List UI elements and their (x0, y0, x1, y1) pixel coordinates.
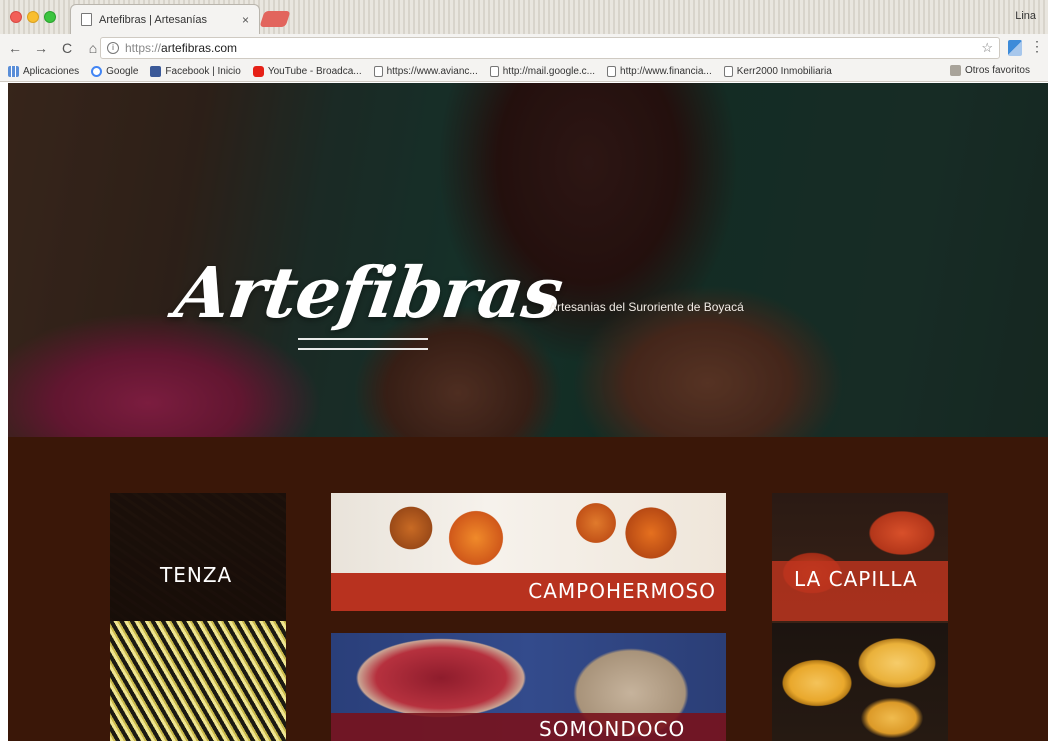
apps-icon (8, 66, 19, 77)
product-label-tenza: TENZA (160, 563, 233, 587)
address-bar[interactable]: i https:// artefibras.com ☆ (100, 37, 1000, 59)
tenza-image-top (110, 493, 286, 621)
products-section: TENZA CAMPOHERMOSO SOMONDOCO LA CAPILLA (8, 437, 1048, 741)
extension-icon[interactable] (1008, 40, 1022, 56)
browser-title-bar: Artefibras | Artesanías × Lina (0, 0, 1048, 34)
bookmark-apps[interactable]: Aplicaciones (8, 66, 79, 77)
page-icon (81, 13, 92, 26)
hero-banner: Artefibras Artesanias del Suroriente de … (8, 83, 1048, 437)
facebook-icon (150, 66, 162, 77)
info-icon[interactable]: i (107, 42, 119, 54)
bookmark-youtube[interactable]: YouTube - Broadca... (252, 66, 362, 77)
window-maximize-button[interactable] (44, 11, 56, 23)
url-host: artefibras.com (161, 41, 238, 55)
product-card-somondoco[interactable]: SOMONDOCO (331, 633, 726, 741)
bookmark-star-icon[interactable]: ☆ (981, 40, 993, 56)
bookmarks-bar: Aplicaciones Google Facebook | Inicio Yo… (0, 62, 1048, 82)
la-capilla-bowls-image (772, 623, 948, 741)
logo-flourish (298, 338, 428, 350)
product-label-somondoco: SOMONDOCO (539, 717, 686, 741)
url-scheme: https:// (125, 41, 162, 55)
reload-button[interactable]: C (56, 40, 78, 56)
browser-menu-icon[interactable]: ⋮ (1030, 38, 1044, 55)
other-bookmarks-button[interactable]: Otros favoritos (949, 65, 1030, 76)
website-viewport: Artefibras Artesanias del Suroriente de … (8, 83, 1048, 741)
browser-tab[interactable]: Artefibras | Artesanías × (70, 4, 260, 34)
tab-title: Artefibras | Artesanías (99, 13, 208, 26)
product-card-campohermoso[interactable]: CAMPOHERMOSO (331, 493, 726, 611)
page-icon (607, 66, 617, 77)
tenza-basket-image (110, 621, 286, 741)
forward-button[interactable]: → (30, 40, 52, 56)
product-card-la-capilla[interactable]: LA CAPILLA (772, 493, 948, 741)
product-card-tenza[interactable]: TENZA (110, 493, 286, 741)
google-icon (91, 66, 103, 77)
page-icon (489, 66, 499, 77)
site-tagline: Artesanias del Suroriente de Boyacá (549, 300, 744, 314)
window-minimize-button[interactable] (27, 11, 39, 23)
back-button[interactable]: ← (4, 40, 26, 56)
bookmark-financia[interactable]: http://www.financia... (607, 66, 712, 77)
bookmark-facebook[interactable]: Facebook | Inicio (150, 66, 241, 77)
new-tab-button[interactable] (259, 11, 291, 27)
browser-toolbar: ← → C ⌂ i https:// artefibras.com ☆ ⋮ (0, 34, 1048, 62)
site-logo[interactable]: Artefibras (170, 251, 567, 334)
window-close-button[interactable] (10, 11, 22, 23)
page-icon (373, 66, 383, 77)
youtube-icon (252, 66, 264, 77)
profile-button[interactable]: Lina (1015, 10, 1036, 22)
bookmark-google[interactable]: Google (91, 66, 138, 77)
tab-close-icon[interactable]: × (242, 13, 249, 27)
bookmark-gmail[interactable]: http://mail.google.c... (489, 66, 595, 77)
folder-icon (949, 65, 961, 76)
bookmark-kerr2000[interactable]: Kerr2000 Inmobiliaria (723, 66, 832, 77)
product-label-campohermoso: CAMPOHERMOSO (528, 579, 716, 603)
page-icon (723, 66, 733, 77)
product-label-la-capilla: LA CAPILLA (794, 567, 918, 591)
bookmark-avianca[interactable]: https://www.avianc... (373, 66, 478, 77)
